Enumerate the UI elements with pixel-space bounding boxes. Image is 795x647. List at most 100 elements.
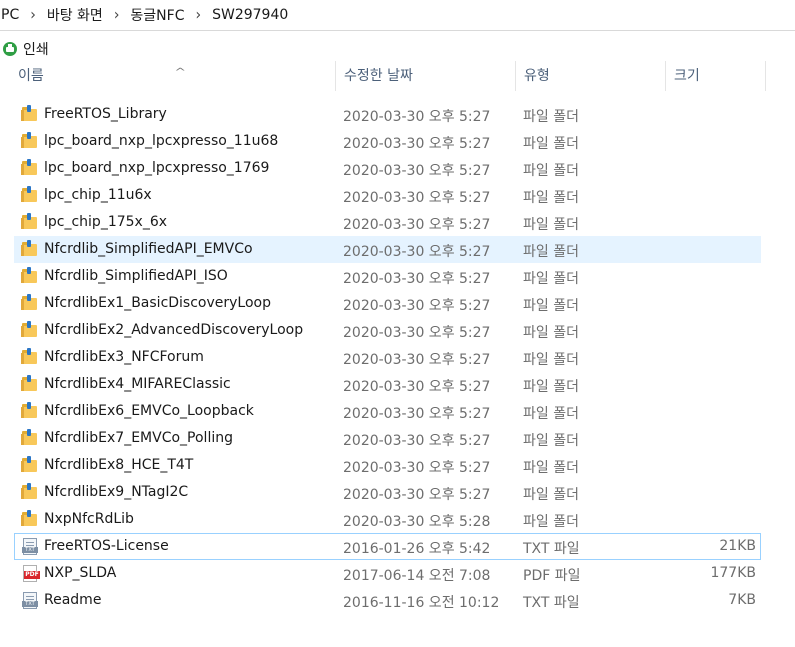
breadcrumb-current-folder[interactable]: SW297940: [209, 7, 291, 23]
folder-icon: [21, 375, 39, 394]
file-name: NfcrdlibEx1_BasicDiscoveryLoop: [44, 295, 272, 311]
file-type: 파일 폴더: [523, 109, 579, 125]
sort-ascending-icon: ^: [174, 67, 187, 78]
file-row[interactable]: NfcrdlibEx3_NFCForum 2020-03-30 오후 5:27 파일…: [14, 344, 761, 371]
file-type: 파일 폴더: [523, 379, 579, 395]
file-row[interactable]: FreeRTOS_Library 2020-03-30 오후 5:27 파일 폴더: [14, 101, 761, 128]
file-row[interactable]: TXT FreeRTOS-License 2016-01-26 오후 5:42 TXT…: [14, 533, 761, 560]
column-header-name[interactable]: 이름 ^: [10, 61, 336, 91]
file-date: 2017-06-14 오전 7:08: [343, 568, 491, 584]
file-type: 파일 폴더: [523, 352, 579, 368]
file-date: 2020-03-30 오후 5:27: [343, 271, 491, 287]
breadcrumb-separator-icon[interactable]: ›: [22, 6, 44, 24]
file-date: 2020-03-30 오후 5:27: [343, 163, 491, 179]
file-type: 파일 폴더: [523, 460, 579, 476]
file-name: NfcrdlibEx7_EMVCo_Polling: [44, 430, 233, 446]
file-type: 파일 폴더: [523, 487, 579, 503]
file-date: 2020-03-30 오후 5:27: [343, 298, 491, 314]
breadcrumb-pc[interactable]: PC: [0, 7, 22, 23]
folder-icon: [21, 213, 39, 232]
column-size-label: 크기: [674, 68, 700, 84]
file-row[interactable]: NfcrdlibEx7_EMVCo_Polling 2020-03-30 오후 5…: [14, 425, 761, 452]
file-name: NfcrdlibEx6_EMVCo_Loopback: [44, 403, 254, 419]
column-header-date[interactable]: 수정한 날짜: [336, 61, 516, 91]
file-row[interactable]: NxpNfcRdLib 2020-03-30 오후 5:28 파일 폴더: [14, 506, 761, 533]
file-name: lpc_board_nxp_lpcxpresso_1769: [44, 160, 270, 176]
print-button[interactable]: 인쇄: [23, 39, 49, 59]
file-name: NfcrdlibEx3_NFCForum: [44, 349, 204, 365]
file-row[interactable]: lpc_chip_11u6x 2020-03-30 오후 5:27 파일 폴더: [14, 182, 761, 209]
file-date: 2016-11-16 오전 10:12: [343, 595, 500, 611]
file-date: 2020-03-30 오후 5:27: [343, 487, 491, 503]
file-date: 2020-03-30 오후 5:27: [343, 379, 491, 395]
file-name: NfcrdlibEx9_NTagI2C: [44, 484, 189, 500]
breadcrumb-separator-icon[interactable]: ›: [106, 6, 128, 24]
file-name: FreeRTOS_Library: [44, 106, 167, 122]
address-bar[interactable]: PC › 바탕 화면 › 동글NFC › SW297940: [0, 0, 795, 31]
file-row[interactable]: NfcrdlibEx6_EMVCo_Loopback 2020-03-30 오후 …: [14, 398, 761, 425]
folder-icon: [21, 159, 39, 178]
file-date: 2020-03-30 오후 5:28: [343, 514, 491, 530]
file-size: 7KB: [728, 592, 756, 608]
breadcrumb-separator-icon[interactable]: ›: [187, 6, 209, 24]
file-name: lpc_chip_11u6x: [44, 187, 152, 203]
folder-icon: [21, 510, 39, 529]
file-type: 파일 폴더: [523, 136, 579, 152]
file-name: NfcrdlibEx2_AdvancedDiscoveryLoop: [44, 322, 304, 338]
file-row[interactable]: NfcrdlibEx1_BasicDiscoveryLoop 2020-03-30…: [14, 290, 761, 317]
file-date: 2020-03-30 오후 5:27: [343, 244, 491, 260]
file-row[interactable]: lpc_board_nxp_lpcxpresso_1769 2020-03-30 …: [14, 155, 761, 182]
file-row[interactable]: NfcrdlibEx4_MIFAREClassic 2020-03-30 오후 5…: [14, 371, 761, 398]
file-size: 21KB: [719, 538, 756, 554]
file-type: 파일 폴더: [523, 163, 579, 179]
file-date: 2020-03-30 오후 5:27: [343, 217, 491, 233]
column-type-label: 유형: [524, 68, 550, 84]
file-type: 파일 폴더: [523, 217, 579, 233]
file-row[interactable]: Nfcrdlib_SimplifiedAPI_EMVCo 2020-03-30 오…: [14, 236, 761, 263]
file-type: 파일 폴더: [523, 244, 579, 260]
breadcrumb-dongle-nfc[interactable]: 동글NFC: [127, 5, 187, 25]
pdf-file-icon: PDF: [21, 565, 40, 583]
file-row[interactable]: NfcrdlibEx2_AdvancedDiscoveryLoop 2020-03…: [14, 317, 761, 344]
file-date: 2020-03-30 오후 5:27: [343, 136, 491, 152]
text-file-icon: TXT: [21, 538, 39, 556]
file-date: 2020-03-30 오후 5:27: [343, 325, 491, 341]
command-bar: 인쇄: [0, 37, 49, 61]
file-date: 2016-01-26 오후 5:42: [343, 541, 491, 557]
column-header-type[interactable]: 유형: [516, 61, 666, 91]
folder-icon: [21, 132, 39, 151]
column-header: 이름 ^ 수정한 날짜 유형 크기: [0, 61, 795, 91]
file-name: Nfcrdlib_SimplifiedAPI_ISO: [44, 268, 228, 284]
file-list: FreeRTOS_Library 2020-03-30 오후 5:27 파일 폴더 l…: [14, 101, 761, 614]
file-name: lpc_board_nxp_lpcxpresso_11u68: [44, 133, 279, 149]
file-row[interactable]: lpc_chip_175x_6x 2020-03-30 오후 5:27 파일 폴더: [14, 209, 761, 236]
file-type: 파일 폴더: [523, 271, 579, 287]
file-type: 파일 폴더: [523, 514, 579, 530]
file-row[interactable]: TXT Readme 2016-11-16 오전 10:12 TXT 파일 7KB: [14, 587, 761, 614]
file-name: NXP_SLDA: [44, 565, 117, 581]
file-row[interactable]: PDF NXP_SLDA 2017-06-14 오전 7:08 PDF 파일 177KB: [14, 560, 761, 587]
file-type: PDF 파일: [523, 568, 581, 584]
file-row[interactable]: Nfcrdlib_SimplifiedAPI_ISO 2020-03-30 오후 …: [14, 263, 761, 290]
folder-icon: [21, 321, 39, 340]
folder-icon: [21, 456, 39, 475]
text-file-icon: TXT: [21, 592, 39, 610]
file-type: TXT 파일: [523, 595, 580, 611]
file-row[interactable]: NfcrdlibEx9_NTagI2C 2020-03-30 오후 5:27 파일 …: [14, 479, 761, 506]
file-row[interactable]: NfcrdlibEx8_HCE_T4T 2020-03-30 오후 5:27 파일 …: [14, 452, 761, 479]
file-name: NxpNfcRdLib: [44, 511, 134, 527]
file-date: 2020-03-30 오후 5:27: [343, 190, 491, 206]
folder-icon: [21, 240, 39, 259]
file-row[interactable]: lpc_board_nxp_lpcxpresso_11u68 2020-03-30…: [14, 128, 761, 155]
folder-icon: [21, 267, 39, 286]
file-name: lpc_chip_175x_6x: [44, 214, 168, 230]
file-size: 177KB: [710, 565, 756, 581]
column-header-size[interactable]: 크기: [666, 61, 766, 91]
file-name: NfcrdlibEx8_HCE_T4T: [44, 457, 194, 473]
column-name-label: 이름: [18, 68, 44, 84]
folder-icon: [21, 483, 39, 502]
file-type: TXT 파일: [523, 541, 580, 557]
breadcrumb-desktop[interactable]: 바탕 화면: [44, 5, 106, 25]
file-type: 파일 폴더: [523, 406, 579, 422]
print-icon[interactable]: [3, 42, 17, 56]
